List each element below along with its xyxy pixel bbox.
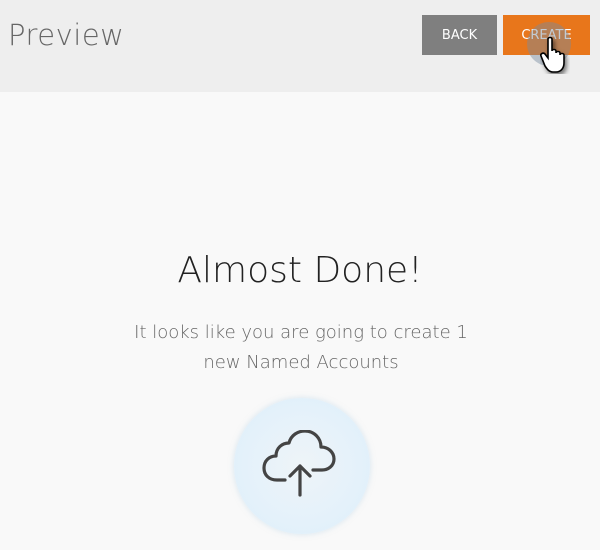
heading: Almost Done! (177, 250, 423, 291)
upload-circle (234, 398, 370, 534)
message: It looks like you are going to create 1 … (134, 322, 468, 373)
page-title: Preview (8, 18, 125, 52)
hand-cursor-icon (540, 36, 565, 73)
header: Preview BACK CREATE (0, 0, 600, 92)
back-button[interactable]: BACK (422, 15, 497, 55)
cloud-upload-icon (262, 430, 336, 497)
